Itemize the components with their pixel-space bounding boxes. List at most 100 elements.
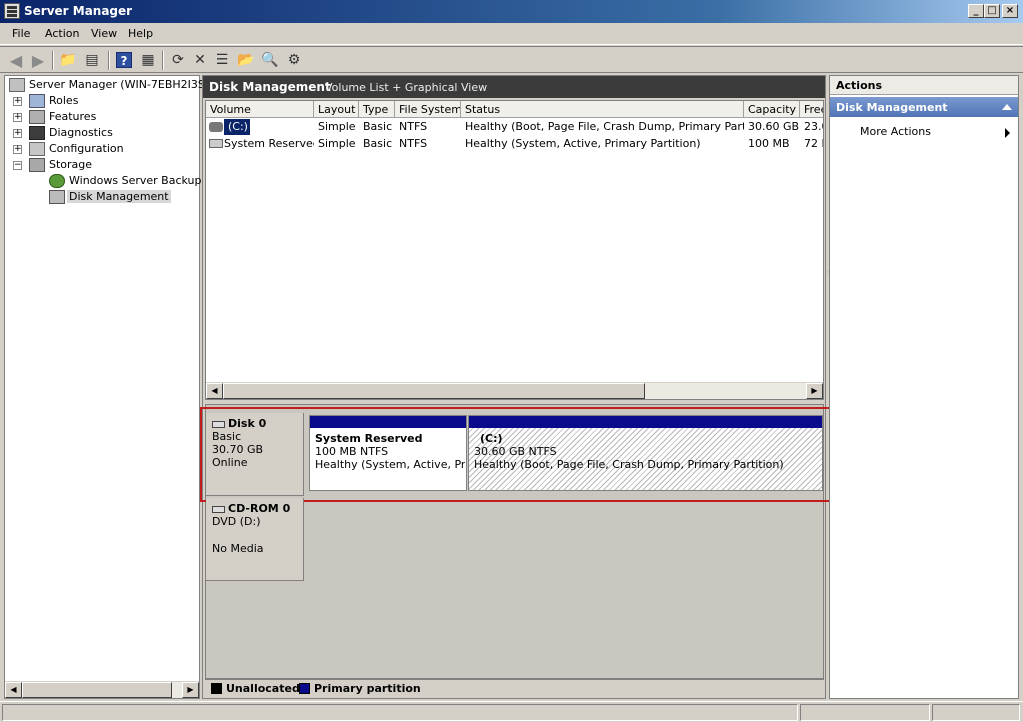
delete-icon[interactable]: ✕	[190, 51, 210, 70]
disk-name: CD-ROM 0	[228, 502, 291, 515]
volume-icon	[209, 122, 223, 132]
column-header-type[interactable]: Type	[359, 101, 395, 118]
pane-title: Disk Management	[209, 80, 331, 94]
list-horizontal-scrollbar[interactable]: ◀ ▶	[206, 382, 823, 399]
configuration-icon	[29, 142, 45, 156]
settings-icon[interactable]: ⚙	[284, 51, 304, 70]
menu-view[interactable]: View	[91, 27, 117, 40]
table-cell: (C:)	[224, 119, 250, 135]
scroll-thumb[interactable]	[22, 682, 172, 698]
tree-item-label: Windows Server Backup	[69, 174, 202, 187]
back-arrow-icon[interactable]: ◀	[6, 51, 26, 70]
table-cell: Basic	[363, 137, 393, 150]
pane-header: Disk Management Volume List + Graphical …	[203, 76, 825, 98]
unallocated-swatch	[211, 683, 222, 694]
scroll-thumb[interactable]	[223, 383, 645, 399]
storage-icon	[29, 158, 45, 172]
search-icon[interactable]: 🔍	[260, 51, 280, 70]
table-cell: 23.0	[804, 120, 823, 133]
scroll-left-icon[interactable]: ◀	[206, 383, 223, 399]
tree-item-label: Diagnostics	[49, 126, 113, 139]
scroll-right-icon[interactable]: ▶	[806, 383, 823, 399]
legend-primary-partition: Primary partition	[314, 682, 421, 695]
actions-title: Actions	[830, 76, 1018, 95]
disk-management-icon	[49, 190, 65, 204]
scroll-left-icon[interactable]: ◀	[5, 682, 22, 698]
action-pane-icon[interactable]: ▦	[138, 51, 158, 70]
table-cell: 72 M	[804, 137, 823, 150]
disk-type: DVD (D:)	[212, 515, 261, 528]
status-cell	[2, 704, 798, 721]
legend-unallocated: Unallocated	[226, 682, 300, 695]
menu-bar: File Action View Help	[0, 23, 1023, 45]
column-header-volume[interactable]: Volume	[206, 101, 314, 118]
column-header-status[interactable]: Status	[461, 101, 744, 118]
help-icon[interactable]: ?	[116, 52, 132, 68]
actions-section-label: Disk Management	[836, 101, 948, 114]
table-cell: Simple	[318, 120, 356, 133]
highlight-box	[200, 407, 832, 502]
disk-management-pane: Disk Management Volume List + Graphical …	[200, 75, 832, 699]
toolbar-separator	[162, 51, 164, 70]
pane-subtitle: Volume List + Graphical View	[325, 81, 488, 94]
more-actions-item[interactable]: More Actions	[860, 125, 1010, 141]
tree-item-label: Configuration	[49, 142, 124, 155]
diagnostics-icon	[29, 126, 45, 140]
close-button[interactable]: ×	[1002, 4, 1018, 18]
cdrom-0-label[interactable]: CD-ROM 0 DVD (D:) No Media	[206, 498, 304, 581]
window-title: Server Manager	[24, 4, 133, 18]
refresh-icon[interactable]: ⟳	[168, 51, 188, 70]
tree-root-label: Server Manager (WIN-7EBH2I3SAC	[29, 78, 221, 91]
toolbar-separator	[108, 51, 110, 70]
table-cell: Healthy (Boot, Page File, Crash Dump, Pr…	[465, 120, 744, 133]
maximize-button[interactable]: □	[984, 4, 1000, 18]
cdrom-icon	[212, 505, 225, 513]
expand-icon[interactable]: +	[13, 129, 22, 138]
tree-item-label: Disk Management	[67, 190, 171, 203]
table-cell: Healthy (System, Active, Primary Partiti…	[465, 137, 701, 150]
server-icon	[9, 78, 25, 92]
expand-icon[interactable]: +	[13, 97, 22, 106]
up-folder-icon[interactable]: 📁	[58, 51, 78, 70]
table-cell: Simple	[318, 137, 356, 150]
tree-item-label: Features	[49, 110, 97, 123]
legend: Unallocated Primary partition	[205, 679, 824, 697]
table-cell: NTFS	[399, 137, 428, 150]
menu-file[interactable]: File	[12, 27, 30, 40]
primary-partition-swatch	[299, 683, 310, 694]
actions-pane: Actions Disk Management More Actions	[829, 75, 1019, 699]
minimize-button[interactable]: _	[968, 4, 984, 18]
collapse-up-icon[interactable]	[1002, 104, 1012, 110]
column-header-free[interactable]: Free	[800, 101, 823, 118]
roles-icon	[29, 94, 45, 108]
menu-action[interactable]: Action	[45, 27, 79, 40]
submenu-arrow-icon	[1005, 128, 1010, 138]
expand-icon[interactable]: +	[13, 145, 22, 154]
actions-section-disk-management[interactable]: Disk Management	[830, 97, 1018, 117]
show-hide-tree-icon[interactable]: ▤	[82, 51, 102, 70]
table-cell: Basic	[363, 120, 393, 133]
forward-arrow-icon[interactable]: ▶	[28, 51, 48, 70]
tree-horizontal-scrollbar[interactable]: ◀ ▶	[5, 681, 199, 698]
table-cell: NTFS	[399, 120, 428, 133]
properties-icon[interactable]: ☰	[212, 51, 232, 70]
server-manager-icon	[4, 3, 20, 19]
status-bar	[0, 701, 1023, 722]
title-bar[interactable]: Server Manager _ □ ×	[0, 0, 1023, 23]
toolbar: ◀ ▶ 📁 ▤ ? ▦ ⟳ ✕ ☰ 📂 🔍 ⚙	[0, 46, 1023, 73]
open-folder-icon[interactable]: 📂	[236, 51, 256, 70]
disk-state: No Media	[212, 542, 264, 555]
column-header-file-system[interactable]: File System	[395, 101, 461, 118]
expand-icon[interactable]: +	[13, 113, 22, 122]
graphical-disk-view: Disk 0 Basic 30.70 GB Online System Rese…	[200, 404, 832, 679]
table-cell: 30.60 GB	[748, 120, 800, 133]
column-header-capacity[interactable]: Capacity	[744, 101, 800, 118]
volume-list: Volume Layout Type File System Status Ca…	[205, 100, 824, 400]
menu-help[interactable]: Help	[128, 27, 153, 40]
collapse-icon[interactable]: −	[13, 161, 22, 170]
column-header-layout[interactable]: Layout	[314, 101, 359, 118]
scroll-right-icon[interactable]: ▶	[182, 682, 199, 698]
features-icon	[29, 110, 45, 124]
status-cell	[932, 704, 1020, 721]
tree-item-label: Roles	[49, 94, 79, 107]
